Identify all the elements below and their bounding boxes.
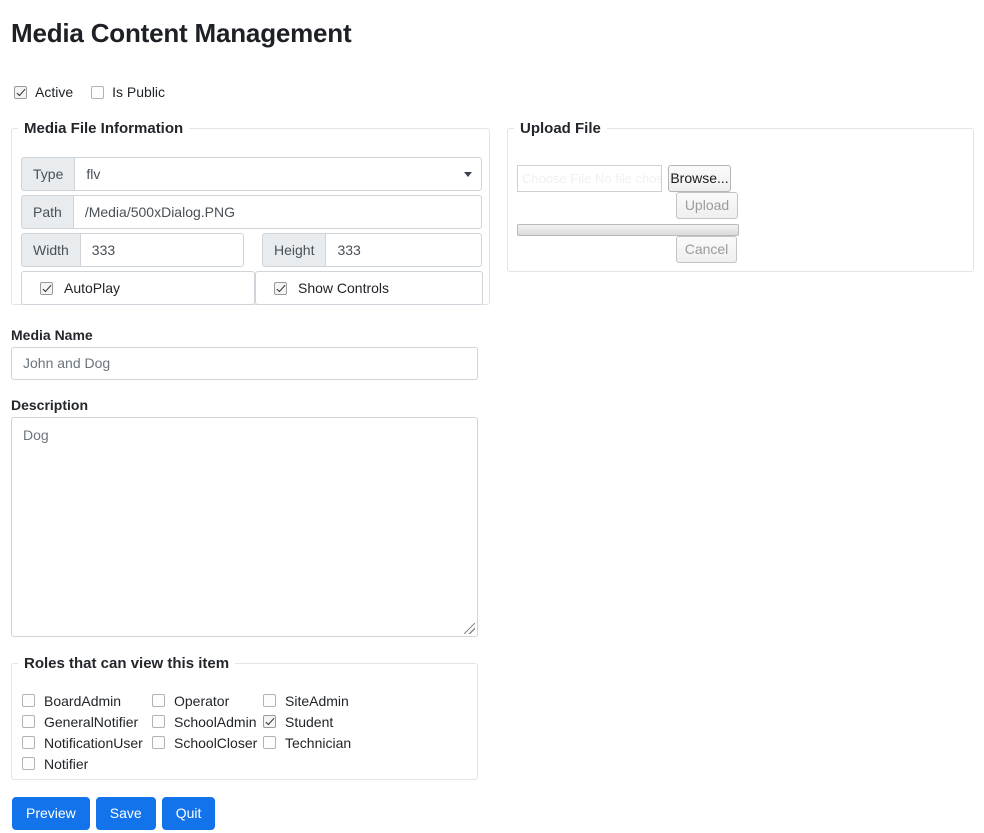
role-label: NotificationUser bbox=[44, 735, 143, 751]
media-file-information-fieldset: Media File Information Type flv Path /Me… bbox=[11, 120, 490, 305]
role-checkbox[interactable] bbox=[263, 715, 276, 728]
file-chooser-input[interactable]: Choose File No file chosen bbox=[517, 165, 662, 192]
upload-button[interactable]: Upload bbox=[676, 192, 738, 219]
role-generalnotifier[interactable]: GeneralNotifier bbox=[22, 711, 152, 732]
description-label: Description bbox=[11, 397, 88, 413]
roles-legend: Roles that can view this item bbox=[18, 655, 235, 672]
type-label: Type bbox=[21, 157, 74, 191]
role-checkbox[interactable] bbox=[22, 694, 35, 707]
show-controls-checkbox[interactable] bbox=[274, 282, 287, 295]
autoplay-field[interactable]: AutoPlay bbox=[21, 271, 255, 305]
width-input[interactable]: 333 bbox=[80, 233, 244, 267]
upload-file-legend: Upload File bbox=[514, 120, 607, 137]
role-checkbox[interactable] bbox=[152, 736, 165, 749]
description-textarea[interactable]: Dog bbox=[11, 417, 478, 637]
is-public-label: Is Public bbox=[112, 84, 165, 100]
role-checkbox[interactable] bbox=[152, 694, 165, 707]
flag-is-public[interactable]: Is Public bbox=[91, 84, 165, 100]
browse-button[interactable]: Browse... bbox=[668, 165, 731, 192]
role-label: Operator bbox=[174, 693, 229, 709]
role-label: Student bbox=[285, 714, 333, 730]
chevron-down-icon bbox=[464, 172, 472, 177]
role-checkbox[interactable] bbox=[22, 736, 35, 749]
flags-row: Active Is Public bbox=[14, 84, 183, 100]
autoplay-checkbox[interactable] bbox=[40, 282, 53, 295]
role-checkbox[interactable] bbox=[22, 757, 35, 770]
height-input-group[interactable]: Height 333 bbox=[262, 233, 482, 267]
role-schoolcloser[interactable]: SchoolCloser bbox=[152, 732, 263, 753]
quit-button[interactable]: Quit bbox=[162, 797, 216, 830]
role-student[interactable]: Student bbox=[263, 711, 383, 732]
flag-active[interactable]: Active bbox=[14, 84, 73, 100]
height-label: Height bbox=[262, 233, 325, 267]
role-boardadmin[interactable]: BoardAdmin bbox=[22, 690, 152, 711]
upload-file-fieldset: Upload File Choose File No file chosen B… bbox=[507, 120, 974, 272]
role-label: Notifier bbox=[44, 756, 88, 772]
preview-button[interactable]: Preview bbox=[12, 797, 90, 830]
role-schooladmin[interactable]: SchoolAdmin bbox=[152, 711, 263, 732]
autoplay-label: AutoPlay bbox=[64, 280, 120, 296]
role-checkbox[interactable] bbox=[152, 715, 165, 728]
upload-progress-bar bbox=[517, 224, 739, 236]
show-controls-label: Show Controls bbox=[298, 280, 389, 296]
active-label: Active bbox=[35, 84, 73, 100]
role-label: SchoolAdmin bbox=[174, 714, 257, 730]
height-input[interactable]: 333 bbox=[325, 233, 482, 267]
width-input-group[interactable]: Width 333 bbox=[21, 233, 244, 267]
role-technician[interactable]: Technician bbox=[263, 732, 383, 753]
type-value: flv bbox=[86, 166, 100, 182]
type-input-group[interactable]: Type flv bbox=[21, 157, 482, 191]
role-label: SiteAdmin bbox=[285, 693, 349, 709]
media-name-label: Media Name bbox=[11, 327, 93, 343]
role-notifier[interactable]: Notifier bbox=[22, 753, 152, 774]
page-title: Media Content Management bbox=[11, 15, 351, 51]
action-buttons: Preview Save Quit bbox=[12, 797, 221, 830]
active-checkbox[interactable] bbox=[14, 86, 27, 99]
path-label: Path bbox=[21, 195, 73, 229]
is-public-checkbox[interactable] bbox=[91, 86, 104, 99]
media-file-information-legend: Media File Information bbox=[18, 120, 189, 137]
save-button[interactable]: Save bbox=[96, 797, 156, 830]
role-checkbox[interactable] bbox=[263, 736, 276, 749]
role-checkbox[interactable] bbox=[22, 715, 35, 728]
width-label: Width bbox=[21, 233, 80, 267]
media-name-input[interactable]: John and Dog bbox=[11, 347, 478, 380]
type-select[interactable]: flv bbox=[74, 157, 482, 191]
role-label: GeneralNotifier bbox=[44, 714, 138, 730]
role-label: Technician bbox=[285, 735, 351, 751]
role-label: SchoolCloser bbox=[174, 735, 257, 751]
role-operator[interactable]: Operator bbox=[152, 690, 263, 711]
role-notificationuser[interactable]: NotificationUser bbox=[22, 732, 152, 753]
path-input-group[interactable]: Path /Media/500xDialog.PNG bbox=[21, 195, 482, 229]
role-siteadmin[interactable]: SiteAdmin bbox=[263, 690, 383, 711]
role-label: BoardAdmin bbox=[44, 693, 121, 709]
show-controls-field[interactable]: Show Controls bbox=[255, 271, 483, 305]
path-input[interactable]: /Media/500xDialog.PNG bbox=[73, 195, 482, 229]
roles-fieldset: Roles that can view this item BoardAdmin… bbox=[11, 655, 478, 780]
roles-list: BoardAdmin Operator SiteAdmin GeneralNot… bbox=[22, 690, 462, 774]
cancel-upload-button[interactable]: Cancel bbox=[676, 236, 737, 263]
role-checkbox[interactable] bbox=[263, 694, 276, 707]
